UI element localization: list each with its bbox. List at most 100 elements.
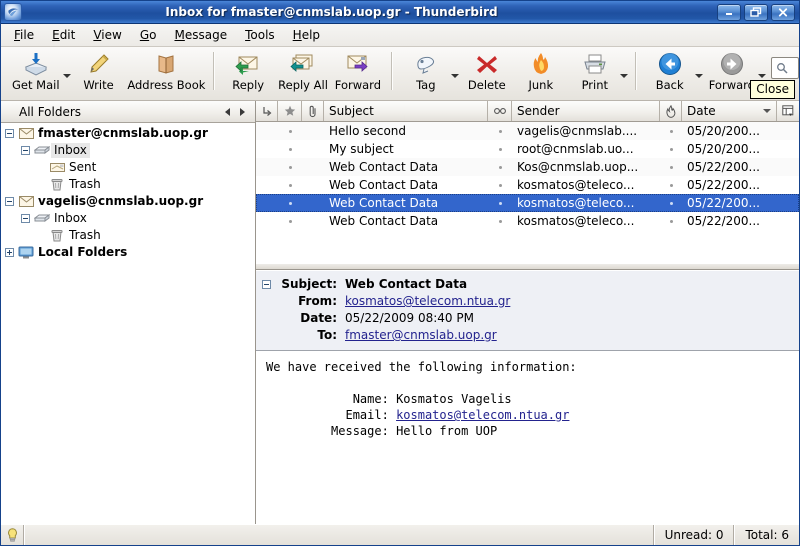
forward-label: Forward	[334, 78, 381, 92]
read-cell[interactable]	[488, 176, 512, 194]
menu-file[interactable]: File	[5, 27, 43, 44]
collapse-header-twisty-icon[interactable]	[262, 280, 271, 289]
menu-help[interactable]: Help	[284, 27, 329, 44]
star-column-icon[interactable]	[278, 101, 302, 121]
star-cell[interactable]	[278, 140, 302, 158]
message-body: We have received the following informati…	[256, 351, 799, 524]
menu-view[interactable]: View	[84, 27, 130, 44]
from-value-link[interactable]: kosmatos@telecom.ntua.gr	[345, 293, 510, 310]
delete-button[interactable]: Delete	[460, 50, 514, 92]
read-cell[interactable]	[488, 194, 512, 212]
chevron-right-icon[interactable]	[240, 107, 245, 116]
folder-tree: fmaster@cnmslab.uop.gr Inbox Sent Trash …	[1, 123, 255, 524]
picker-cell	[777, 140, 799, 158]
read-cell[interactable]	[488, 212, 512, 230]
junk-button[interactable]: Junk	[514, 50, 568, 92]
window-controls	[717, 3, 797, 21]
trash-icon	[48, 229, 66, 242]
pane-splitter[interactable]	[256, 263, 799, 270]
table-row[interactable]: Web Contact Data kosmatos@teleco... 05/2…	[256, 176, 799, 194]
junk-cell[interactable]	[660, 122, 682, 140]
tree-item-label: Inbox	[51, 143, 90, 158]
maximize-button[interactable]	[744, 3, 768, 21]
collapse-twisty-icon[interactable]	[21, 146, 30, 155]
print-group: Print	[568, 50, 629, 92]
star-cell[interactable]	[278, 176, 302, 194]
close-button[interactable]	[771, 3, 795, 21]
write-button[interactable]: Write	[72, 50, 126, 92]
junk-cell[interactable]	[660, 158, 682, 176]
subject-cell: Web Contact Data	[329, 178, 439, 192]
date-column-header[interactable]: Date	[682, 101, 777, 121]
star-cell[interactable]	[278, 122, 302, 140]
junk-cell[interactable]	[660, 140, 682, 158]
junk-dot-icon	[669, 201, 673, 205]
column-picker-icon[interactable]	[777, 101, 799, 121]
read-cell[interactable]	[488, 140, 512, 158]
body-email-link[interactable]: kosmatos@telecom.ntua.gr	[396, 408, 569, 422]
tree-item-trash-vagelis[interactable]: Trash	[1, 227, 255, 244]
get-mail-dropdown-arrow[interactable]	[62, 74, 71, 78]
tree-item-trash-fmaster[interactable]: Trash	[1, 176, 255, 193]
read-cell[interactable]	[488, 122, 512, 140]
menu-tools[interactable]: Tools	[236, 27, 284, 44]
table-row[interactable]: Web Contact Data Kos@cnmslab.uop... 05/2…	[256, 158, 799, 176]
print-dropdown-arrow[interactable]	[619, 74, 628, 78]
collapse-twisty-icon[interactable]	[5, 197, 14, 206]
tree-item-sent-fmaster[interactable]: Sent	[1, 159, 255, 176]
junk-column-icon[interactable]	[660, 101, 682, 121]
tree-item-account-vagelis[interactable]: vagelis@cnmslab.uop.gr	[1, 193, 255, 210]
lightbulb-icon[interactable]	[1, 525, 24, 545]
read-dot-icon	[498, 183, 502, 187]
tree-item-label: Trash	[69, 228, 101, 242]
tree-item-inbox-vagelis[interactable]: Inbox	[1, 210, 255, 227]
minimize-button[interactable]	[717, 3, 741, 21]
subject-column-header[interactable]: Subject	[324, 101, 488, 121]
read-cell[interactable]	[488, 158, 512, 176]
tag-button[interactable]: Tag	[399, 50, 453, 92]
reply-button[interactable]: Reply	[221, 50, 275, 92]
attachment-column-icon[interactable]	[302, 101, 324, 121]
content-area: Subject Sender Date Hello second vagelis…	[256, 101, 799, 524]
sender-column-header[interactable]: Sender	[512, 101, 660, 121]
print-button[interactable]: Print	[568, 50, 622, 92]
read-column-icon[interactable]	[488, 101, 512, 121]
collapse-twisty-icon[interactable]	[5, 129, 14, 138]
tag-dropdown-arrow[interactable]	[450, 74, 459, 78]
star-cell[interactable]	[278, 158, 302, 176]
reply-label: Reply	[232, 78, 265, 92]
menu-bar: File Edit View Go Message Tools Help	[1, 24, 799, 47]
star-cell[interactable]	[278, 212, 302, 230]
junk-cell[interactable]	[660, 194, 682, 212]
forward-button[interactable]: Forward	[331, 50, 385, 92]
menu-edit[interactable]: Edit	[43, 27, 84, 44]
collapse-twisty-icon[interactable]	[21, 214, 30, 223]
table-row[interactable]: Web Contact Data kosmatos@teleco... 05/2…	[256, 212, 799, 230]
attachment-cell	[302, 212, 324, 230]
tree-item-inbox-fmaster[interactable]: Inbox	[1, 142, 255, 159]
to-value-link[interactable]: fmaster@cnmslab.uop.gr	[345, 327, 497, 344]
thread-column-icon[interactable]	[256, 101, 278, 121]
read-dot-icon	[498, 165, 502, 169]
tree-item-local-folders[interactable]: Local Folders	[1, 244, 255, 261]
back-dropdown-arrow[interactable]	[694, 74, 703, 78]
table-row[interactable]: Web Contact Data kosmatos@teleco... 05/2…	[256, 194, 799, 212]
menu-go[interactable]: Go	[131, 27, 166, 44]
tree-item-account-fmaster[interactable]: fmaster@cnmslab.uop.gr	[1, 125, 255, 142]
back-button[interactable]: Back	[643, 50, 697, 92]
forward-nav-dropdown-arrow[interactable]	[757, 74, 766, 78]
table-row[interactable]: Hello second vagelis@cnmslab.... 05/20/2…	[256, 122, 799, 140]
expand-twisty-icon[interactable]	[5, 248, 14, 257]
chevron-left-icon[interactable]	[225, 107, 230, 116]
star-cell[interactable]	[278, 194, 302, 212]
search-input[interactable]	[770, 57, 799, 79]
junk-cell[interactable]	[660, 212, 682, 230]
address-book-button[interactable]: Address Book	[126, 50, 208, 92]
table-row[interactable]: My subject root@cnmslab.uo... 05/20/200.…	[256, 140, 799, 158]
account-mail-icon	[17, 196, 35, 207]
reply-all-button[interactable]: Reply All	[275, 50, 331, 92]
get-mail-button[interactable]: Get Mail	[7, 50, 65, 92]
menu-message[interactable]: Message	[165, 27, 236, 44]
junk-cell[interactable]	[660, 176, 682, 194]
body-spacer	[266, 424, 331, 438]
